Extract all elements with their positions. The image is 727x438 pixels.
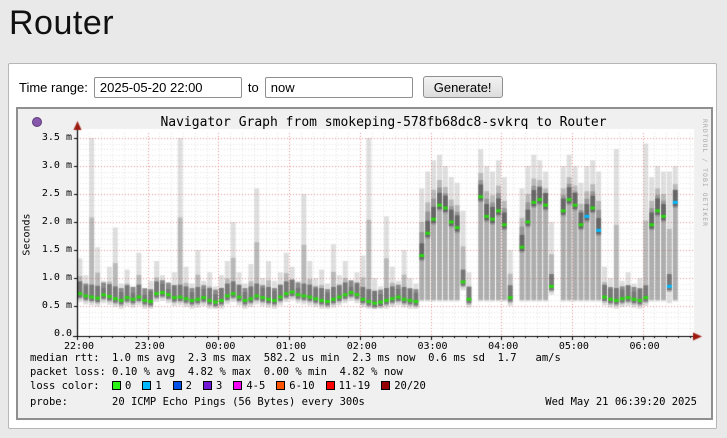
x-tick-label: 22:00 <box>59 341 99 352</box>
packet-loss-values: 0.10 % avg 4.82 % max 0.00 % min 4.82 % … <box>112 366 403 378</box>
rrdtool-watermark: RRDTOOL / TOBI OETIKER <box>701 119 709 227</box>
x-tick-label: 00:00 <box>200 341 240 352</box>
loss-bucket-label: 0 <box>125 380 131 392</box>
loss-bucket-label: 3 <box>216 380 222 392</box>
loss-bucket: 20/20 <box>381 380 426 392</box>
loss-bucket: 2 <box>173 380 192 392</box>
x-tick-label: 04:00 <box>483 341 523 352</box>
y-tick-label: 0.5 m <box>28 300 72 311</box>
median-values: 1.0 ms avg 2.3 ms max 582.2 us min 2.3 m… <box>112 352 561 364</box>
loss-bucket: 6-10 <box>276 380 314 392</box>
x-tick-label: 01:00 <box>271 341 311 352</box>
graph-container[interactable]: Navigator Graph from smokeping-578fb68dc… <box>16 107 713 420</box>
y-tick-label: 2.0 m <box>28 216 72 227</box>
loss-bucket: 0 <box>112 380 131 392</box>
x-tick-label: 03:00 <box>413 341 453 352</box>
content-panel: Time range: to Generate! Navigator Graph… <box>8 63 717 429</box>
loss-stats-row: packet loss: 0.10 % avg 4.82 % max 0.00 … <box>30 366 403 378</box>
loss-swatch-4-5 <box>233 381 242 390</box>
loss-color-buckets: 0 1 2 3 4-5 6-10 11-19 20/20 <box>112 380 437 392</box>
loss-bucket-label: 11-19 <box>339 380 371 392</box>
loss-bucket: 11-19 <box>326 380 371 392</box>
y-tick-label: 1.0 m <box>28 272 72 283</box>
y-tick-label: 1.5 m <box>28 244 72 255</box>
probe-row: probe: 20 ICMP Echo Pings (56 Bytes) eve… <box>30 396 365 408</box>
probe-label: probe: <box>30 396 112 408</box>
end-time-input[interactable] <box>265 77 413 98</box>
loss-bucket-label: 2 <box>186 380 192 392</box>
loss-swatch-1 <box>142 381 151 390</box>
loss-color-label: loss color: <box>30 380 112 392</box>
y-tick-label: 3.5 m <box>28 132 72 143</box>
y-tick-label: 0.0 <box>28 328 72 339</box>
smokeping-page: { "page": { "title": "Router" }, "contro… <box>0 0 727 438</box>
y-tick-label: 3.0 m <box>28 160 72 171</box>
loss-swatch-0 <box>112 381 121 390</box>
x-tick-label: 05:00 <box>554 341 594 352</box>
navigator-slider-handle[interactable] <box>32 117 42 127</box>
loss-bucket: 3 <box>203 380 222 392</box>
loss-bucket-label: 1 <box>155 380 161 392</box>
x-tick-label: 02:00 <box>342 341 382 352</box>
probe-values: 20 ICMP Echo Pings (56 Bytes) every 300s <box>112 396 365 408</box>
loss-swatch-3 <box>203 381 212 390</box>
start-time-input[interactable] <box>94 77 242 98</box>
packet-loss-label: packet loss: <box>30 366 112 378</box>
loss-bucket-label: 20/20 <box>394 380 426 392</box>
loss-bucket-label: 6-10 <box>289 380 314 392</box>
time-range-form: Time range: to Generate! <box>19 75 503 99</box>
median-label: median rtt: <box>30 352 112 364</box>
loss-swatch-6-10 <box>276 381 285 390</box>
page-title: Router <box>9 4 114 43</box>
y-tick-label: 2.5 m <box>28 188 72 199</box>
graph-title: Navigator Graph from smokeping-578fb68dc… <box>77 115 690 130</box>
time-range-label: Time range: <box>19 80 88 95</box>
loss-swatch-11-19 <box>326 381 335 390</box>
to-label: to <box>248 80 259 95</box>
x-tick-label: 06:00 <box>625 341 665 352</box>
loss-bucket: 4-5 <box>233 380 265 392</box>
loss-bucket-label: 4-5 <box>246 380 265 392</box>
graph-timestamp: Wed May 21 06:39:20 2025 <box>545 396 697 408</box>
loss-bucket: 1 <box>142 380 161 392</box>
generate-button[interactable]: Generate! <box>423 76 503 98</box>
loss-swatch-20/20 <box>381 381 390 390</box>
loss-color-row: loss color: 0 1 2 3 4-5 6-10 11-19 20/20 <box>30 380 437 392</box>
x-tick-label: 23:00 <box>130 341 170 352</box>
loss-swatch-2 <box>173 381 182 390</box>
median-stats-row: median rtt: 1.0 ms avg 2.3 ms max 582.2 … <box>30 352 561 364</box>
